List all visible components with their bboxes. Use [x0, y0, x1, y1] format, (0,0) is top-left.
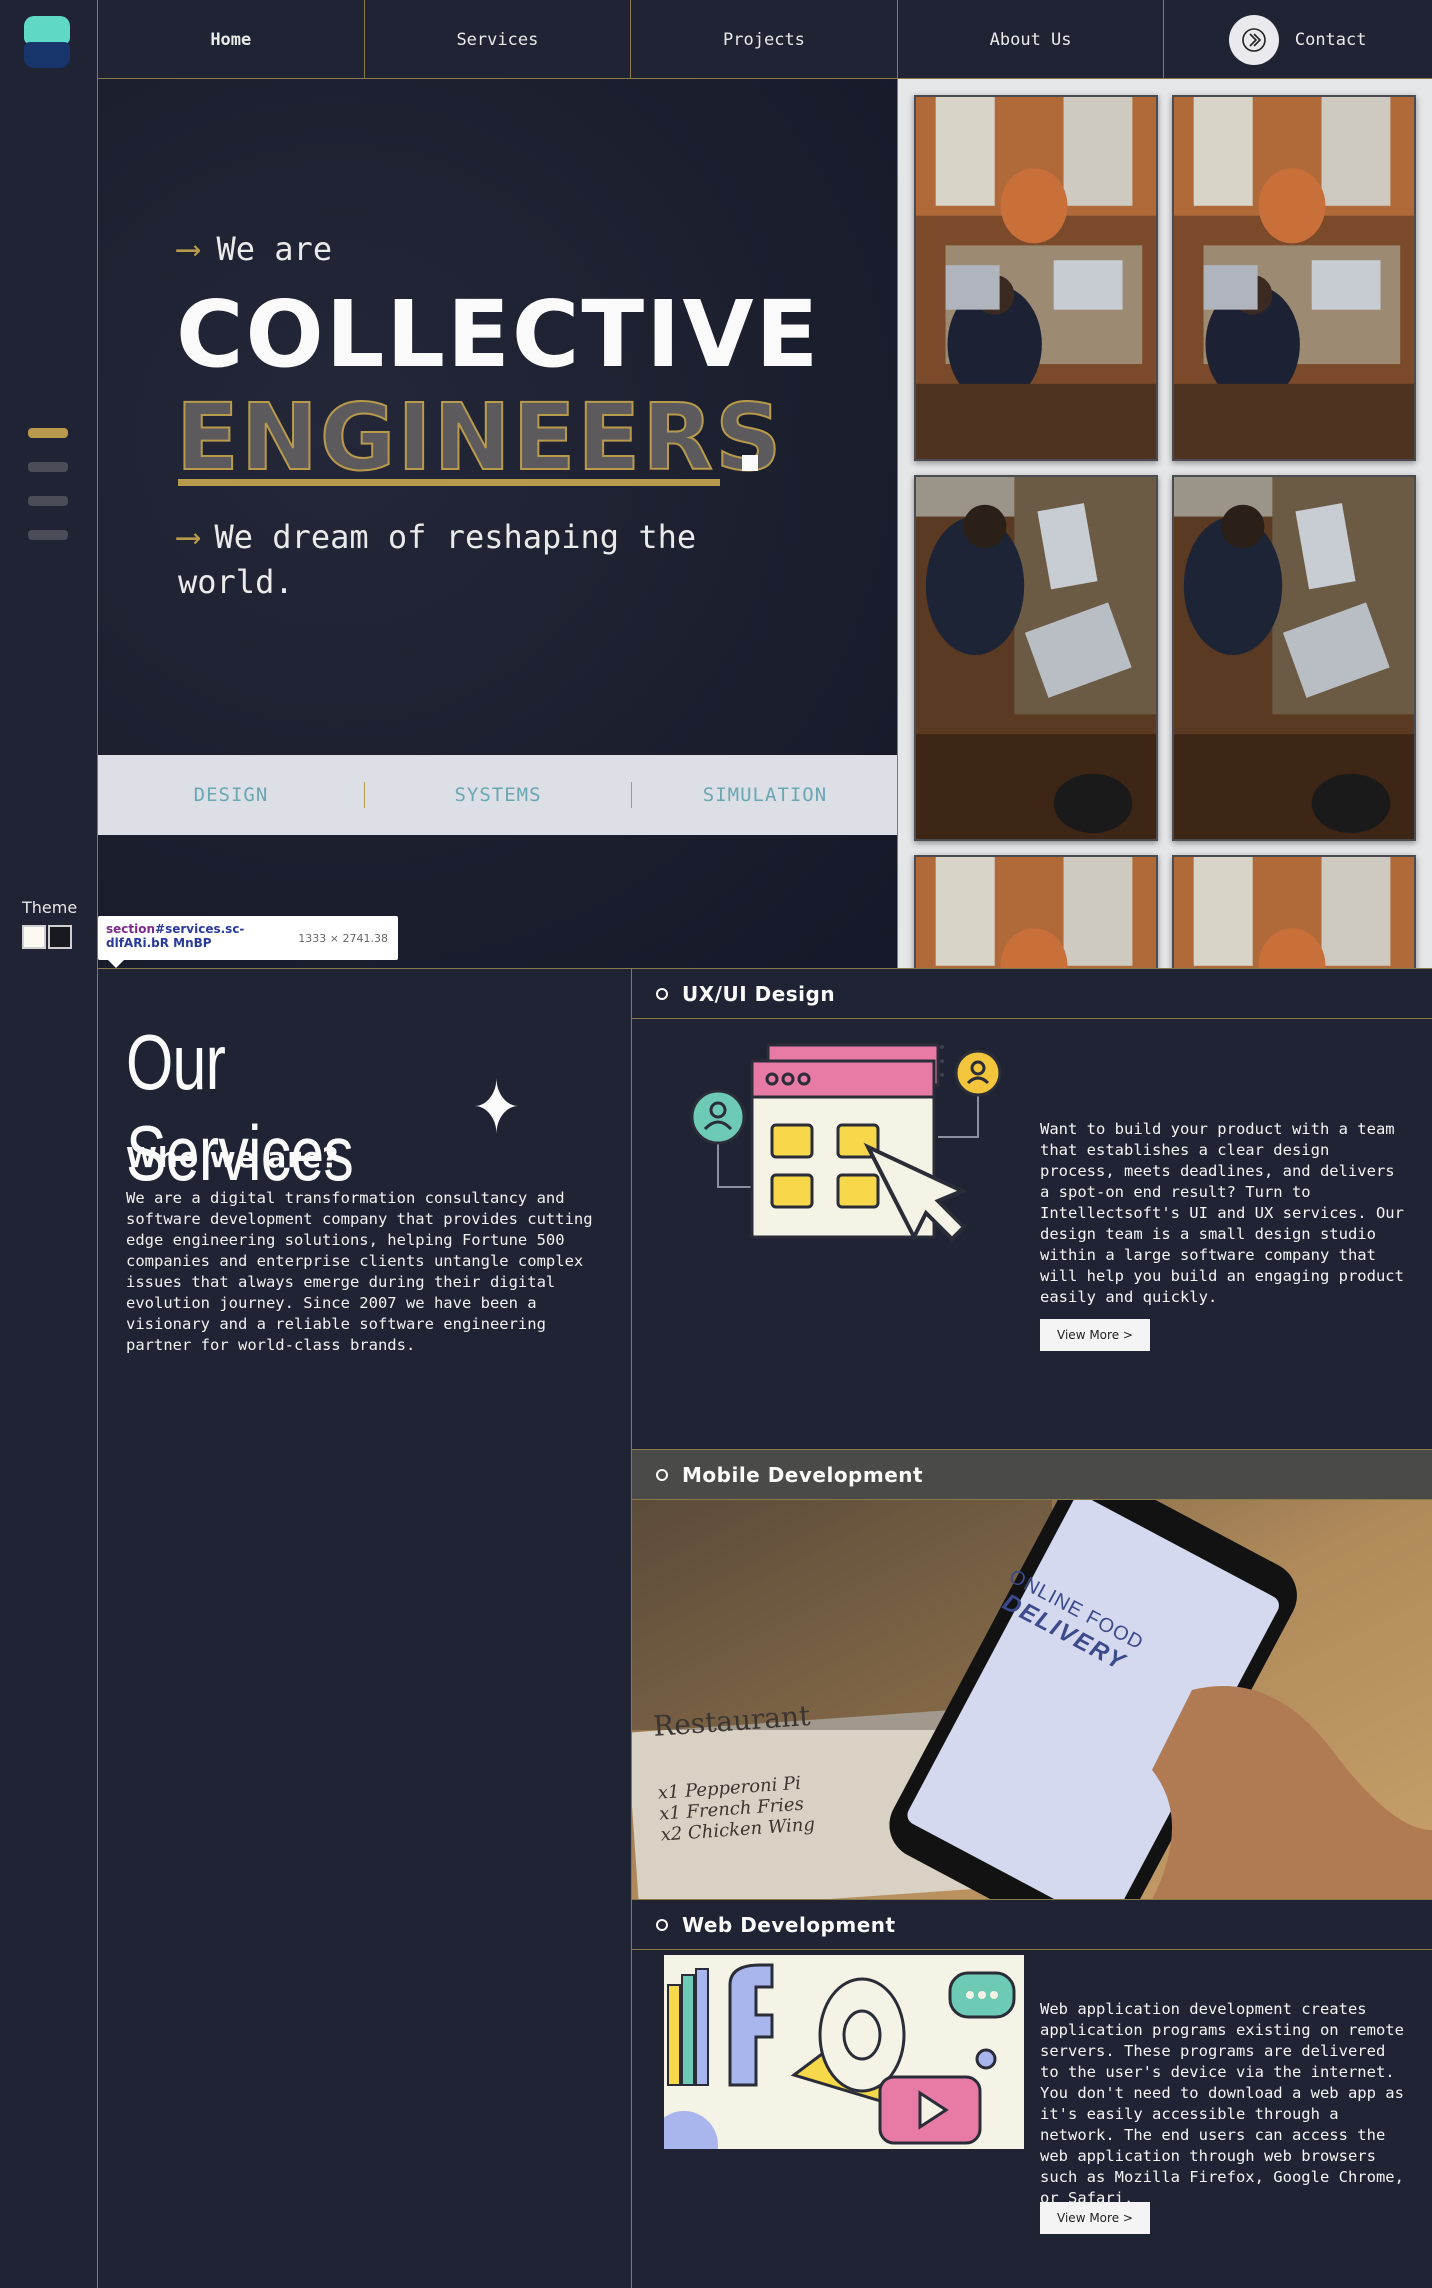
team-meeting-photo [1172, 95, 1416, 461]
laptop-workspace-photo [914, 475, 1158, 841]
nav-about-us[interactable]: About Us [898, 0, 1165, 79]
chevron-right-icon [1228, 14, 1279, 65]
view-more-button-uxui[interactable]: View More > [1040, 1319, 1150, 1351]
service-title-uxui: UX/UI Design [682, 981, 836, 1006]
who-we-are-heading: Who we are? [126, 1141, 340, 1174]
web-marketing-illustration [664, 1955, 1024, 2149]
service-body-uxui: Want to build your product with a team t… [632, 1019, 1432, 1450]
theme-light-swatch[interactable] [22, 925, 46, 949]
arrow-right-icon: ⟶ [178, 229, 199, 269]
who-we-are-body: We are a digital transformation consulta… [126, 1189, 593, 1354]
circle-bullet-icon [656, 987, 668, 1000]
theme-label: Theme [22, 898, 78, 917]
hero-we-are: We are [216, 230, 333, 268]
pillars-bar: DESIGN SYSTEMS SIMULATION [98, 755, 897, 835]
nav-home[interactable]: Home [98, 0, 365, 79]
headline-period [742, 455, 758, 471]
pillar-simulation: SIMULATION [702, 784, 828, 806]
nav-contact[interactable]: Contact [1164, 0, 1431, 79]
headline-underline [178, 479, 720, 486]
service-title-web: Web Development [682, 1912, 896, 1937]
hero-headline-2: ENGINEERS [175, 384, 784, 491]
hero-headline-1: COLLECTIVE [176, 281, 821, 388]
section-dot-1[interactable] [28, 428, 68, 438]
team-meeting-photo [914, 855, 1158, 968]
theme-switcher: Theme [22, 898, 77, 949]
laptop-workspace-photo [1172, 475, 1416, 841]
circle-bullet-icon [656, 1918, 668, 1931]
section-indicator [28, 428, 68, 564]
pillar-systems: SYSTEMS [454, 784, 542, 806]
food-delivery-photo [632, 1500, 1432, 1899]
photo-gallery [898, 79, 1432, 968]
hero-tagline-wrap: ⟶ We dream of reshaping the world. [178, 515, 738, 604]
pillar-design: DESIGN [193, 784, 269, 806]
sparkle-icon: ✦ [472, 1066, 520, 1149]
section-dot-4[interactable] [28, 530, 68, 540]
services-list: UX/UI Design Want to build your product … [632, 968, 1432, 2288]
service-body-web: Web application development creates appl… [632, 1950, 1432, 2288]
service-header-mobile[interactable]: Mobile Development [632, 1450, 1432, 1500]
team-meeting-photo [1172, 855, 1416, 968]
arrow-right-icon: ⟶ [178, 517, 199, 557]
nav-services[interactable]: Services [365, 0, 632, 79]
receipt: Restaurant x1 Pepperoni Pi x1 French Fri… [652, 1699, 818, 1846]
team-meeting-photo [914, 95, 1158, 461]
brand-logo[interactable] [24, 16, 72, 68]
devtools-inspect-tooltip: section#services.sc-dlfARi.bR MnBP 1333 … [98, 916, 398, 968]
inspect-selector: section#services.sc-dlfARi.bR MnBP [106, 922, 296, 951]
section-dot-2[interactable] [28, 462, 68, 472]
services-intro: Our Services ✦ Who we are? We are a digi… [98, 968, 632, 2288]
service-body-mobile: ONLINE FOOD DELIVERY Restaurant x1 Peppe… [632, 1500, 1432, 1900]
view-more-button-web[interactable]: View More > [1040, 2202, 1150, 2234]
hero-intro: ⟶ We are [178, 229, 332, 269]
theme-dark-swatch[interactable] [48, 925, 72, 949]
service-desc-web: Web application development creates appl… [1040, 2000, 1404, 2207]
service-header-uxui[interactable]: UX/UI Design [632, 969, 1432, 1019]
top-nav: Home Services Projects About Us Contact [98, 0, 1432, 79]
inspect-tag: section [106, 922, 156, 936]
circle-bullet-icon [656, 1468, 668, 1481]
nav-contact-label: Contact [1294, 29, 1367, 50]
ux-ui-illustration [690, 1043, 1002, 1242]
hero-tagline: We dream of reshaping the world. [178, 518, 697, 601]
nav-projects[interactable]: Projects [631, 0, 898, 79]
service-desc-uxui: Want to build your product with a team t… [1040, 1120, 1404, 1306]
service-title-mobile: Mobile Development [682, 1462, 924, 1487]
service-header-web[interactable]: Web Development [632, 1900, 1432, 1950]
inspect-dimensions: 1333 × 2741.38 [298, 932, 388, 945]
left-rail: Theme [0, 0, 98, 2288]
section-dot-3[interactable] [28, 496, 68, 506]
hero-section: ⟶ We are COLLECTIVE ENGINEERS ⟶ We dream … [98, 79, 898, 968]
